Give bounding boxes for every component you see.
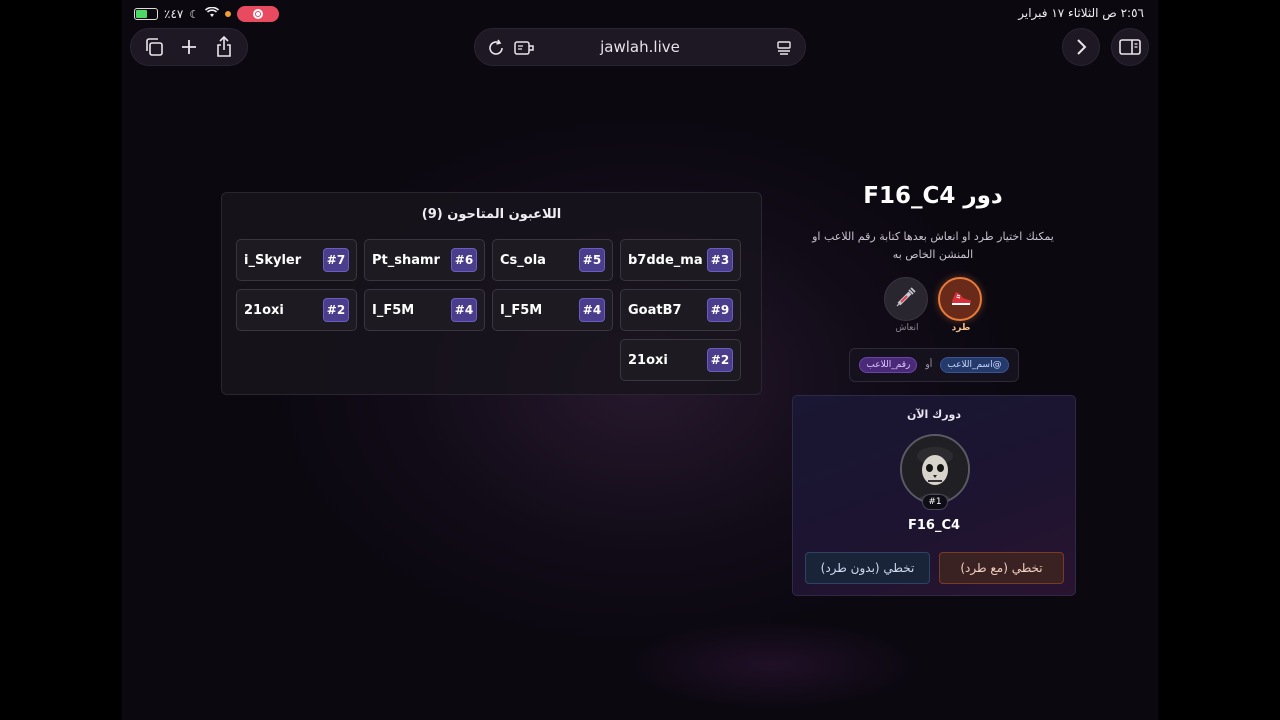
wifi-icon	[205, 6, 220, 21]
player-number-badge: #2	[707, 348, 733, 372]
player-name: 21oxi	[628, 352, 668, 368]
plus-icon[interactable]	[178, 36, 200, 58]
player-number-badge: #5	[579, 248, 605, 272]
skip-without-kick-button[interactable]: تخطي (بدون طرد)	[805, 552, 930, 584]
player-name: I_F5M	[500, 302, 543, 318]
syringe-icon	[893, 284, 919, 314]
current-turn-title: دورك الآن	[906, 408, 962, 421]
kick-label: طرد	[951, 323, 971, 333]
reload-icon[interactable]	[485, 37, 507, 59]
share-icon[interactable]	[213, 36, 235, 58]
player-number-badge: #9	[707, 298, 733, 322]
command-syntax-hint: @اسم_اللاعب أو رقم_اللاعب	[849, 348, 1019, 382]
revive-button[interactable]	[884, 277, 928, 321]
turn-hint-text: يمكنك اختيار طرد او انعاش بعدها كتابة رق…	[812, 230, 1054, 261]
background-glow-bottom	[622, 620, 922, 710]
revive-action[interactable]: انعاش	[884, 277, 930, 333]
player-card[interactable]: GoatB7 #9	[620, 289, 741, 331]
player-name: GoatB7	[628, 302, 682, 318]
turn-title: دور F16_C4	[863, 183, 1003, 209]
tabs-icon[interactable]	[143, 36, 165, 58]
player-card[interactable]: 21oxi #2	[620, 339, 741, 381]
player-number-badge: #6	[451, 248, 477, 272]
focus-moon-icon: ☾	[189, 7, 200, 21]
player-card[interactable]: Pt_shamr #6	[364, 239, 485, 281]
device-screen: ٪٤٧ ☾ ٢:٥٦ ص الثلاثاء ١٧ فبراير jawlah.l…	[122, 0, 1158, 720]
player-name: I_F5M	[372, 302, 415, 318]
player-name: Pt_shamr	[372, 252, 440, 268]
player-number-badge: #3	[707, 248, 733, 272]
rank-badge: #1	[922, 494, 948, 510]
player-card[interactable]: I_F5M #4	[364, 289, 485, 331]
player-card[interactable]: I_F5M #4	[492, 289, 613, 331]
battery-percent: ٪٤٧	[164, 7, 184, 21]
number-chip: رقم_اللاعب	[859, 357, 918, 373]
current-turn-card: دورك الآن #1 F16_C4 تخطي (مع طرد) تخطي (…	[792, 395, 1076, 596]
player-card[interactable]: b7dde_ma #3	[620, 239, 741, 281]
sidebar-button[interactable]	[1111, 28, 1149, 66]
player-name: b7dde_ma	[628, 252, 703, 268]
player-name: i_Skyler	[244, 252, 302, 268]
battery-icon	[134, 8, 158, 20]
tab-menu-icon[interactable]	[773, 37, 795, 59]
or-text: أو	[925, 360, 933, 370]
screen-recording-indicator[interactable]	[237, 6, 280, 22]
player-number-badge: #4	[579, 298, 605, 322]
skip-with-kick-button[interactable]: تخطي (مع طرد)	[939, 552, 1064, 584]
reader-icon[interactable]	[513, 37, 535, 59]
boot-icon	[947, 284, 973, 314]
player-number-badge: #4	[451, 298, 477, 322]
player-name: Cs_ola	[500, 252, 546, 268]
mention-chip: @اسم_اللاعب	[940, 357, 1009, 373]
address-bar[interactable]: jawlah.live	[474, 28, 806, 66]
available-players-panel: اللاعبون المتاحون (9) b7dde_ma #3 Cs_ola…	[221, 192, 762, 395]
revive-label: انعاش	[895, 323, 919, 333]
player-number-badge: #2	[323, 298, 349, 322]
mic-in-use-indicator	[225, 11, 232, 17]
player-name: 21oxi	[244, 302, 284, 318]
sidebar-icon[interactable]	[1119, 36, 1141, 58]
player-card[interactable]: 21oxi #2	[236, 289, 357, 331]
status-indicators: ٪٤٧ ☾	[134, 6, 280, 22]
status-time-date: ٢:٥٦ ص الثلاثاء ١٧ فبراير	[1018, 6, 1144, 20]
url-text[interactable]: jawlah.live	[600, 38, 680, 56]
kick-button[interactable]	[938, 277, 982, 321]
current-player-name: F16_C4	[907, 518, 961, 533]
forward-icon[interactable]	[1070, 36, 1092, 58]
browser-left-toolbar	[130, 28, 248, 66]
forward-button[interactable]	[1062, 28, 1100, 66]
player-card[interactable]: Cs_ola #5	[492, 239, 613, 281]
status-bar: ٪٤٧ ☾ ٢:٥٦ ص الثلاثاء ١٧ فبراير	[122, 0, 1158, 28]
player-card[interactable]: i_Skyler #7	[236, 239, 357, 281]
player-number-badge: #7	[323, 248, 349, 272]
kick-action[interactable]: طرد	[938, 277, 984, 333]
players-panel-title: اللاعبون المتاحون (9)	[421, 207, 562, 222]
